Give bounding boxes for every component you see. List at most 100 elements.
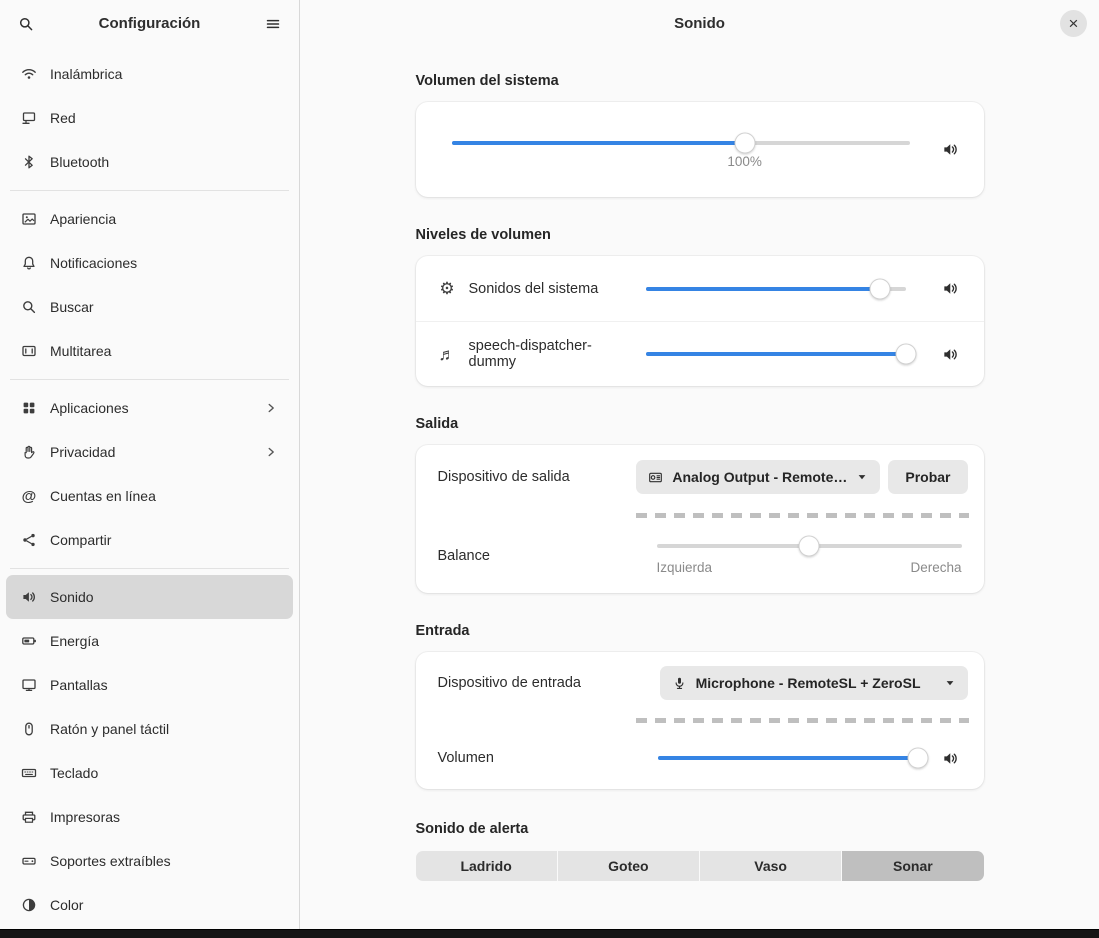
slider-thumb[interactable] — [907, 748, 928, 769]
search-icon — [18, 16, 34, 32]
stream-mute-button[interactable] — [940, 343, 962, 365]
sidebar-item-label: Aplicaciones — [50, 400, 129, 416]
sidebar-item-sound[interactable]: Sonido — [6, 575, 293, 619]
input-mute-button[interactable] — [940, 747, 962, 769]
close-button[interactable]: × — [1060, 10, 1087, 37]
sidebar-item-label: Buscar — [50, 299, 94, 315]
section-title-output: Salida — [416, 416, 984, 432]
dropdown-caret-icon — [944, 677, 956, 689]
main-headerbar: Sonido × — [300, 0, 1099, 47]
section-title-input: Entrada — [416, 623, 984, 639]
output-device-dropdown[interactable]: Analog Output - Remote… — [636, 460, 880, 494]
page-title: Sonido — [674, 15, 725, 32]
bluetooth-icon — [21, 154, 37, 170]
sidebar-item-label: Notificaciones — [50, 255, 137, 271]
mouse-icon — [21, 721, 37, 737]
sidebar-item-network[interactable]: Red — [6, 96, 293, 140]
sidebar-item-label: Compartir — [50, 532, 111, 548]
balance-row: Balance Izquierda Derecha — [416, 522, 984, 593]
input-device-dropdown[interactable]: Microphone - RemoteSL + ZeroSL — [660, 666, 968, 700]
alert-option-ladrido[interactable]: Ladrido — [416, 851, 557, 881]
alert-option-sonar[interactable]: Sonar — [842, 851, 983, 881]
sidebar-item-printers[interactable]: Impresoras — [6, 795, 293, 839]
sidebar-separator — [10, 568, 289, 569]
keyboard-icon — [21, 765, 37, 781]
online-accounts-icon: @ — [21, 489, 37, 504]
speech-dispatcher-slider[interactable] — [646, 352, 906, 356]
appearance-icon — [21, 211, 37, 227]
sidebar-item-color[interactable]: Color — [6, 883, 293, 927]
sidebar-item-removable-media[interactable]: Soportes extraíbles — [6, 839, 293, 883]
alert-option-vaso[interactable]: Vaso — [700, 851, 841, 881]
sidebar-item-label: Soportes extraíbles — [50, 853, 171, 869]
speaker-volume-icon — [942, 346, 959, 363]
printer-icon — [21, 809, 37, 825]
alert-option-goteo[interactable]: Goteo — [558, 851, 699, 881]
sidebar-item-notifications[interactable]: Notificaciones — [6, 241, 293, 285]
sidebar-item-applications[interactable]: Aplicaciones — [6, 386, 293, 430]
stream-label: speech-dispatcher-dummy — [469, 338, 634, 370]
slider-thumb[interactable] — [895, 344, 916, 365]
chevron-right-icon — [264, 401, 278, 415]
balance-scale-labels: Izquierda Derecha — [657, 560, 962, 575]
input-device-value: Microphone - RemoteSL + ZeroSL — [696, 675, 921, 691]
main-panel: Sonido × Volumen del sistema 100% — [300, 0, 1099, 929]
input-volume-slider[interactable] — [658, 756, 918, 760]
sidebar-item-keyboard[interactable]: Teclado — [6, 751, 293, 795]
input-device-label: Dispositivo de entrada — [438, 675, 660, 691]
search-button[interactable] — [10, 8, 42, 40]
sidebar-item-appearance[interactable]: Apariencia — [6, 197, 293, 241]
settings-window: Configuración Inalámbrica Red Bluetooth — [0, 0, 1099, 929]
slider-fill — [658, 756, 918, 760]
speaker-volume-icon — [942, 280, 959, 297]
balance-left-label: Izquierda — [657, 560, 713, 575]
music-note-icon: ♬ — [438, 346, 457, 363]
sidebar-item-search[interactable]: Buscar — [6, 285, 293, 329]
section-title-volume-levels: Niveles de volumen — [416, 227, 984, 243]
sidebar-item-label: Sonido — [50, 589, 94, 605]
sidebar-item-displays[interactable]: Pantallas — [6, 663, 293, 707]
apps-grid-icon — [21, 400, 37, 416]
system-volume-mute-button[interactable] — [940, 139, 962, 161]
notifications-icon — [21, 255, 37, 271]
test-speakers-button[interactable]: Probar — [888, 460, 967, 494]
sidebar-item-privacy[interactable]: Privacidad — [6, 430, 293, 474]
section-title-system-volume: Volumen del sistema — [416, 73, 984, 89]
system-volume-card: 100% — [416, 102, 984, 197]
stream-mute-button[interactable] — [940, 278, 962, 300]
displays-icon — [21, 677, 37, 693]
sidebar-item-online-accounts[interactable]: @ Cuentas en línea — [6, 474, 293, 518]
system-sounds-slider[interactable] — [646, 287, 906, 291]
power-battery-icon — [21, 633, 37, 649]
system-volume-slider[interactable]: 100% — [452, 141, 910, 145]
slider-thumb[interactable] — [799, 536, 820, 557]
slider-thumb[interactable] — [869, 278, 890, 299]
main-menu-button[interactable] — [257, 8, 289, 40]
dropdown-caret-icon — [856, 471, 868, 483]
balance-slider[interactable] — [657, 544, 962, 548]
sidebar-item-label: Teclado — [50, 765, 98, 781]
hamburger-menu-icon — [265, 16, 281, 32]
sidebar-item-bluetooth[interactable]: Bluetooth — [6, 140, 293, 184]
sidebar-item-sharing[interactable]: Compartir — [6, 518, 293, 562]
removable-media-icon — [21, 853, 37, 869]
multitasking-icon — [21, 343, 37, 359]
system-sounds-gear-icon: ⚙ — [438, 280, 457, 297]
sidebar-item-mouse[interactable]: Ratón y panel táctil — [6, 707, 293, 751]
sidebar-item-wireless[interactable]: Inalámbrica — [6, 52, 293, 96]
sidebar-item-label: Inalámbrica — [50, 66, 122, 82]
sound-card-icon — [648, 470, 663, 485]
speaker-volume-icon — [942, 750, 959, 767]
input-volume-label: Volumen — [438, 750, 658, 766]
close-icon: × — [1069, 15, 1079, 32]
sidebar-item-power[interactable]: Energía — [6, 619, 293, 663]
slider-fill — [646, 287, 880, 291]
output-device-row: Dispositivo de salida Analog Output - Re… — [416, 445, 984, 509]
balance-label: Balance — [438, 544, 657, 564]
input-volume-row: Volumen — [416, 727, 984, 789]
sidebar-item-multitasking[interactable]: Multitarea — [6, 329, 293, 373]
stream-label: Sonidos del sistema — [469, 281, 599, 297]
sidebar-item-label: Apariencia — [50, 211, 116, 227]
slider-thumb[interactable] — [734, 132, 755, 153]
input-device-row: Dispositivo de entrada Microphone - Remo… — [416, 652, 984, 714]
